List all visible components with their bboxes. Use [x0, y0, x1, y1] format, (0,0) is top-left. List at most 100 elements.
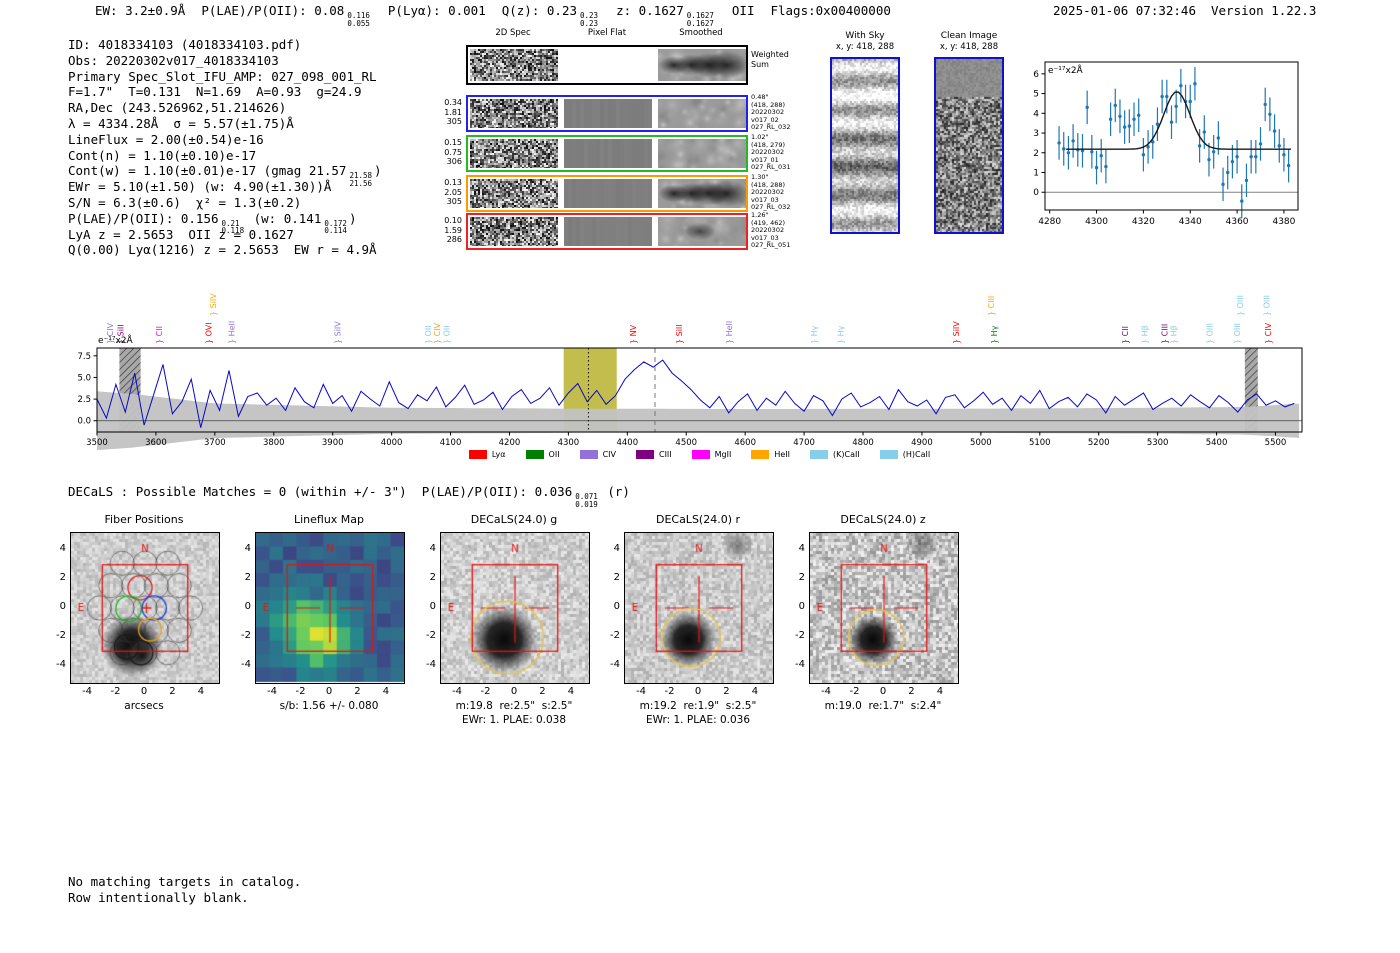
- uncertainty-lower: 0.114: [324, 226, 347, 236]
- y-tick-label: -4: [241, 658, 251, 670]
- pixelflat-image: [564, 139, 652, 168]
- header-segment: EW: 3.2±0.9Å: [95, 3, 185, 18]
- data-point: [1268, 112, 1272, 116]
- panel-caption: m:19.8 re:2.5" s:2.5": [455, 700, 573, 712]
- data-point: [1057, 141, 1061, 145]
- data-point: [1094, 165, 1099, 170]
- emission-line-label: } HeII: [725, 321, 734, 344]
- data-point: [1235, 155, 1239, 159]
- text-segment: Cont(w) = 1.10(±0.01)e-17 (gmag 21.57: [68, 163, 347, 179]
- x-tick-label: 4: [197, 686, 205, 697]
- emission-line-label: } OIII: [1205, 323, 1214, 344]
- legend-label: CIII: [658, 449, 672, 459]
- data-point: [1104, 164, 1108, 169]
- text-segment: P(Lyα): 0.001: [387, 3, 486, 18]
- y-tick-label: 4: [59, 543, 66, 555]
- emission-line-label: } Hγ: [990, 325, 999, 344]
- text-segment: P(LAE)/P(OII): 0.08: [201, 3, 345, 18]
- data-point: [1085, 105, 1089, 110]
- spec2d-row: [466, 213, 748, 250]
- data-point: [1132, 117, 1136, 121]
- y-tick-label: 2: [59, 572, 66, 584]
- y-tick-label: -4: [610, 658, 620, 670]
- text-segment: OII: [731, 3, 755, 18]
- flux-units-label: e⁻¹⁷x2Å: [1048, 64, 1084, 76]
- data-point: [1216, 136, 1221, 140]
- legend-label: (H)CaII: [902, 449, 931, 459]
- info-line: Primary Spec_Slot_IFU_AMP: 027_098_001_R…: [68, 69, 382, 85]
- y-tick-label: -2: [56, 629, 66, 641]
- uncertainty-lower: 0.1627: [686, 18, 714, 28]
- panel-caption-2: EWr: 1. PLAE: 0.036: [645, 714, 751, 726]
- x-tick-label: -4: [452, 686, 463, 697]
- x-tick-label: 4340: [1179, 217, 1202, 227]
- header-segment: Flags:0x00400000: [770, 3, 890, 18]
- y-tick-label: -2: [241, 629, 251, 641]
- x-tick-label: 0: [879, 686, 887, 697]
- x-tick-label: 5300: [1147, 438, 1169, 448]
- data-point: [1258, 142, 1263, 146]
- summary-header: EW: 3.2±0.9Å P(LAE)/P(OII): 0.08 0.116 0.05…: [95, 3, 907, 27]
- smoothed-image: [658, 217, 746, 246]
- header-segment: P(Lyα): 0.001: [388, 3, 486, 18]
- data-point: [1155, 122, 1160, 126]
- data-point: [1207, 157, 1211, 162]
- data-point: [1240, 199, 1244, 203]
- data-point: [1221, 182, 1225, 187]
- data-point: [1071, 139, 1075, 143]
- weight-value: 286: [446, 235, 462, 245]
- emission-line-label: } OII: [424, 325, 433, 344]
- text-segment: Primary Spec_Slot_IFU_AMP: 027_098_001_R…: [68, 68, 377, 84]
- legend-label: OII: [548, 449, 560, 459]
- emission-line-label: } OIII: [1236, 295, 1245, 316]
- x-tick-label: 4700: [793, 438, 815, 448]
- x-tick-label: 4380: [1272, 217, 1295, 227]
- emission-line-label: } OII: [442, 325, 451, 344]
- emission-line-label: } OIII: [1263, 295, 1272, 316]
- x-tick-label: 4800: [852, 438, 874, 448]
- pixelflat-image: [564, 99, 652, 128]
- info-line: RA,Dec (243.526962,51.214626): [68, 100, 382, 116]
- weight-value: 0.10: [444, 216, 462, 225]
- panel-caption: arcsecs: [124, 700, 164, 712]
- stacked-uncertainty: 21.58 21.56: [349, 172, 372, 187]
- emission-line-label: } SiIV: [333, 321, 342, 344]
- x-tick-label: -4: [821, 686, 832, 697]
- legend-label: HeII: [774, 449, 791, 459]
- spectrum-legend: Lyα OII CIV CIII MgII HeII (K)CaII (H)CaII: [97, 448, 1302, 460]
- x-tick-label: 4100: [440, 438, 462, 448]
- stacked-uncertainty: 0.1627 0.1627: [687, 12, 714, 27]
- emission-line-label: } SiII: [117, 324, 126, 344]
- x-tick-label: -4: [82, 686, 93, 697]
- spec2d-row-annotation: 1.26" (419, 462) 20220302 v017_03 027_RL_051: [751, 211, 823, 250]
- spec2d-row-weights: 0.10 1.59 286: [418, 216, 462, 245]
- emission-line-label: } CIV: [1264, 322, 1273, 344]
- spec2d-col-title: Smoothed: [679, 28, 723, 38]
- x-tick-label: 4280: [1038, 217, 1061, 227]
- data-point: [1197, 144, 1202, 148]
- text-segment: LineFlux = 2.00(±0.54)e-16: [68, 131, 264, 147]
- clean-image: [934, 57, 1004, 234]
- emission-line-label: } CII: [1121, 326, 1130, 344]
- data-point: [1254, 155, 1258, 159]
- sky-panel-title: With Sky: [845, 31, 885, 41]
- x-tick-label: 4300: [1085, 217, 1108, 227]
- x-tick-label: 4: [936, 686, 944, 697]
- panel-title: Fiber Positions: [104, 513, 184, 526]
- x-tick-label: 3700: [204, 438, 226, 448]
- y-tick-label: 2.5: [77, 395, 91, 405]
- y-tick-label: 0: [1033, 188, 1039, 198]
- x-tick-label: 0: [510, 686, 518, 697]
- weight-value: 306: [446, 157, 462, 167]
- info-line: λ = 4334.28Å σ = 5.57(±1.75)Å: [68, 116, 382, 132]
- text-segment: P(LAE)/P(OII): 0.156: [68, 210, 219, 226]
- x-tick-label: 4400: [616, 438, 638, 448]
- text-segment: ): [374, 163, 382, 179]
- stacked-uncertainty: 0.23 0.23: [580, 12, 598, 27]
- weighted-sum-line: Sum: [751, 59, 769, 69]
- spec2d-image: [470, 99, 558, 128]
- text-segment: EWr = 5.10(±1.50) (w: 4.90(±1.30))Å: [68, 179, 332, 195]
- text-segment: Flags:0x00400000: [770, 3, 891, 18]
- x-tick-label: 0: [140, 686, 148, 697]
- data-point: [1272, 129, 1277, 133]
